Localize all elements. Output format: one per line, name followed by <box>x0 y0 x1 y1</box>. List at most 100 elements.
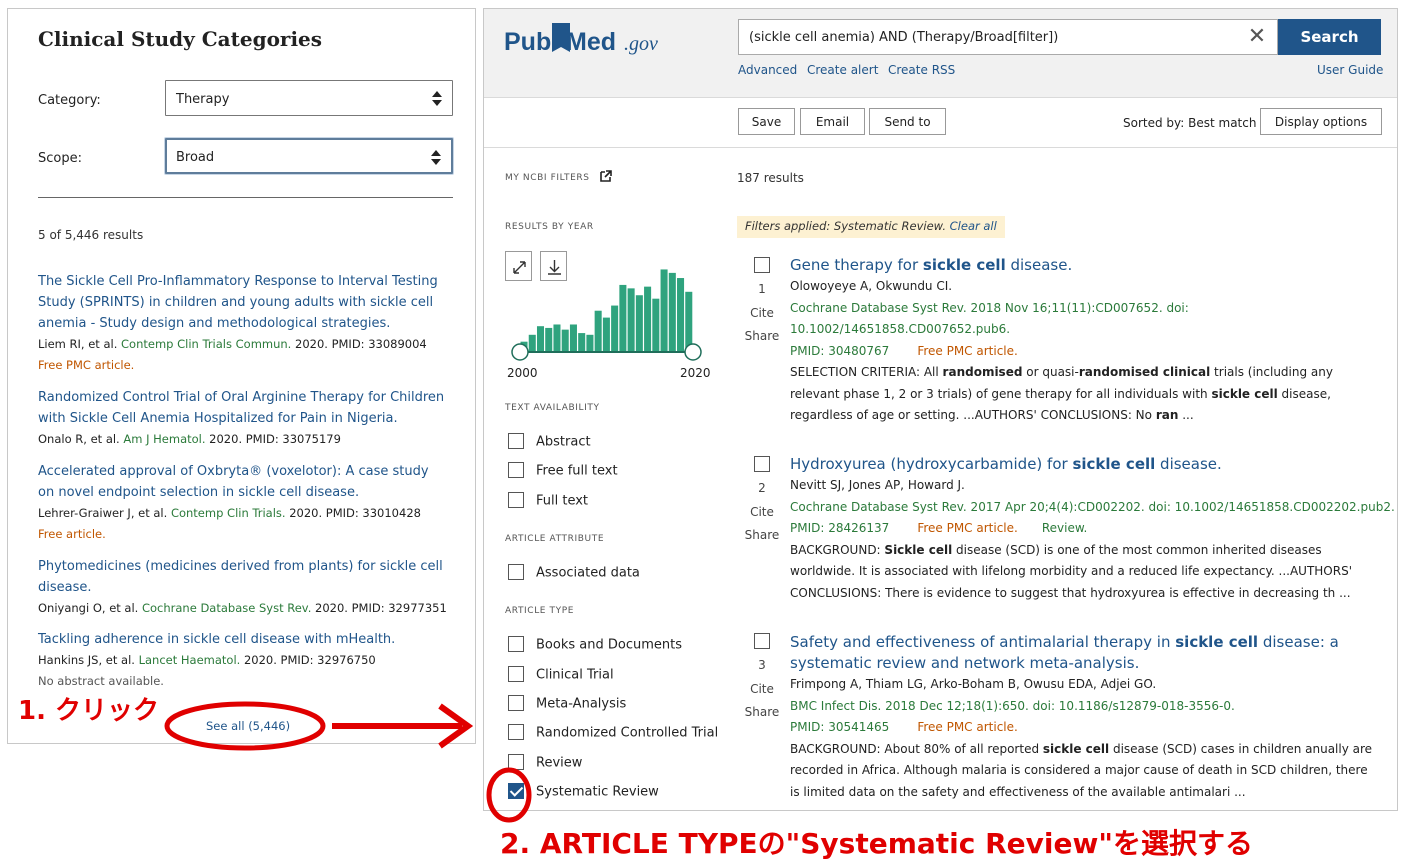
study-meta: Lehrer-Graiwer J, et al. Contemp Clin Tr… <box>38 503 448 524</box>
year-bar[interactable] <box>553 324 561 352</box>
filter-checkbox[interactable] <box>508 695 524 711</box>
study-title-link[interactable]: Phytomedicines (medicines derived from p… <box>38 556 448 598</box>
filter-full-text[interactable]: Full text <box>508 492 589 509</box>
result-pmid-line: PMID: 30480767 Free PMC article. <box>790 341 1380 363</box>
filter-checkbox[interactable] <box>508 462 524 478</box>
filter-checkbox[interactable] <box>508 724 524 740</box>
filter-label: Systematic Review <box>536 784 659 800</box>
logo-gov-text: .gov <box>624 33 658 55</box>
study-authors: Liem RI, et al. <box>38 337 118 351</box>
category-select[interactable]: Therapy <box>165 80 453 116</box>
my-ncbi-filters-heading[interactable]: MY NCBI FILTERS <box>505 173 590 183</box>
year-bar[interactable] <box>619 284 627 352</box>
filter-label: Abstract <box>536 434 591 450</box>
result-free-tag: Free PMC article. <box>917 521 1018 535</box>
study-journal: Contemp Clin Trials. <box>170 506 286 520</box>
result-title-link[interactable]: Safety and effectiveness of antimalarial… <box>790 632 1380 674</box>
display-options-button[interactable]: Display options <box>1260 108 1382 135</box>
year-range-start-handle[interactable] <box>511 343 529 361</box>
result-pmid: PMID: 30480767 <box>790 343 890 358</box>
year-bar[interactable] <box>660 269 668 352</box>
year-bar[interactable] <box>536 326 545 352</box>
pubmed-logo[interactable]: Pub Med .gov <box>503 21 673 61</box>
see-all-link[interactable]: See all (5,446) <box>206 719 290 733</box>
filter-checkbox[interactable] <box>508 492 524 508</box>
result-checkbox[interactable] <box>754 456 770 472</box>
pubmed-window: Pub Med .gov (sickle cell anemia) AND (T… <box>483 8 1398 811</box>
year-bar[interactable] <box>528 334 536 352</box>
year-bar[interactable] <box>644 286 652 352</box>
filter-associated-data[interactable]: Associated data <box>508 564 640 581</box>
share-button[interactable]: Share <box>742 329 782 343</box>
year-bar[interactable] <box>685 291 693 352</box>
study-journal: Lancet Haematol. <box>138 653 241 667</box>
result-snippet: SELECTION CRITERIA: All randomised or qu… <box>790 365 1333 422</box>
result-citation: BMC Infect Dis. 2018 Dec 12;18(1):650. d… <box>790 698 1235 713</box>
clear-search-icon[interactable]: ✕ <box>1237 21 1277 53</box>
study-pmid: 2020. PMID: 33010428 <box>285 506 421 520</box>
result-title-link[interactable]: Hydroxyurea (hydroxycarbamide) for sickl… <box>790 454 1380 475</box>
year-bar[interactable] <box>545 327 553 352</box>
year-bar[interactable] <box>561 329 569 352</box>
study-journal: Contemp Clin Trials Commun. <box>121 337 292 351</box>
create-alert-link[interactable]: Create alert <box>807 63 878 77</box>
cite-button[interactable]: Cite <box>742 306 782 320</box>
filter-checkbox[interactable] <box>508 433 524 449</box>
share-button[interactable]: Share <box>742 528 782 542</box>
year-bar[interactable] <box>602 317 610 352</box>
year-range-end-handle[interactable] <box>684 343 702 361</box>
search-button[interactable]: Search <box>1278 19 1381 55</box>
advanced-link[interactable]: Advanced <box>738 63 797 77</box>
filter-books-and-documents[interactable]: Books and Documents <box>508 636 682 653</box>
filter-randomized-controlled-trial[interactable]: Randomized Controlled Trial <box>508 724 719 741</box>
filter-checkbox[interactable] <box>508 783 524 799</box>
filter-review[interactable]: Review <box>508 754 582 771</box>
external-link-icon[interactable] <box>600 170 612 182</box>
results-count: 5 of 5,446 results <box>38 228 144 242</box>
filter-abstract[interactable]: Abstract <box>508 433 591 450</box>
year-bar[interactable] <box>586 334 594 352</box>
result-title-link[interactable]: Gene therapy for sickle cell disease. <box>790 255 1380 276</box>
filter-checkbox[interactable] <box>508 666 524 682</box>
scope-select[interactable]: Broad <box>165 138 453 174</box>
year-bar[interactable] <box>668 272 676 352</box>
filter-free-full-text[interactable]: Free full text <box>508 462 618 479</box>
study-item: The Sickle Cell Pro-Inflammatory Respons… <box>38 271 448 376</box>
year-bar[interactable] <box>652 298 660 352</box>
year-bar[interactable] <box>611 305 619 352</box>
send-to-button[interactable]: Send to <box>869 108 946 135</box>
year-bar[interactable] <box>569 324 577 352</box>
filter-checkbox[interactable] <box>508 564 524 580</box>
filter-checkbox[interactable] <box>508 754 524 770</box>
filter-checkbox[interactable] <box>508 636 524 652</box>
search-input[interactable]: (sickle cell anemia) AND (Therapy/Broad[… <box>738 19 1278 55</box>
study-title-link[interactable]: The Sickle Cell Pro-Inflammatory Respons… <box>38 271 448 334</box>
year-bar[interactable] <box>594 310 602 352</box>
clear-all-link[interactable]: Clear all <box>950 219 997 233</box>
create-rss-link[interactable]: Create RSS <box>888 63 955 77</box>
year-bar[interactable] <box>635 295 643 352</box>
year-bar[interactable] <box>578 333 586 352</box>
cite-button[interactable]: Cite <box>742 682 782 696</box>
share-button[interactable]: Share <box>742 705 782 719</box>
filter-systematic-review[interactable]: Systematic Review <box>508 783 659 800</box>
filter-label: Full text <box>536 493 589 509</box>
year-bar[interactable] <box>677 278 685 352</box>
email-button[interactable]: Email <box>800 108 865 135</box>
logo-pub-text: Pub <box>504 28 551 56</box>
result-checkbox[interactable] <box>754 633 770 649</box>
results-by-year-chart[interactable] <box>505 249 711 367</box>
result-checkbox[interactable] <box>754 257 770 273</box>
cite-button[interactable]: Cite <box>742 505 782 519</box>
year-bar[interactable] <box>627 288 635 352</box>
result-pmid: PMID: 28426137 <box>790 521 890 535</box>
filter-label: Randomized Controlled Trial <box>536 725 719 741</box>
filter-meta-analysis[interactable]: Meta-Analysis <box>508 695 626 712</box>
save-button[interactable]: Save <box>738 108 795 135</box>
user-guide-link[interactable]: User Guide <box>1317 63 1383 77</box>
study-title-link[interactable]: Tackling adherence in sickle cell diseas… <box>38 629 448 650</box>
text-availability-heading: TEXT AVAILABILITY <box>505 403 600 413</box>
study-title-link[interactable]: Accelerated approval of Oxbryta® (voxelo… <box>38 461 448 503</box>
filter-clinical-trial[interactable]: Clinical Trial <box>508 666 614 683</box>
study-title-link[interactable]: Randomized Control Trial of Oral Arginin… <box>38 387 448 429</box>
